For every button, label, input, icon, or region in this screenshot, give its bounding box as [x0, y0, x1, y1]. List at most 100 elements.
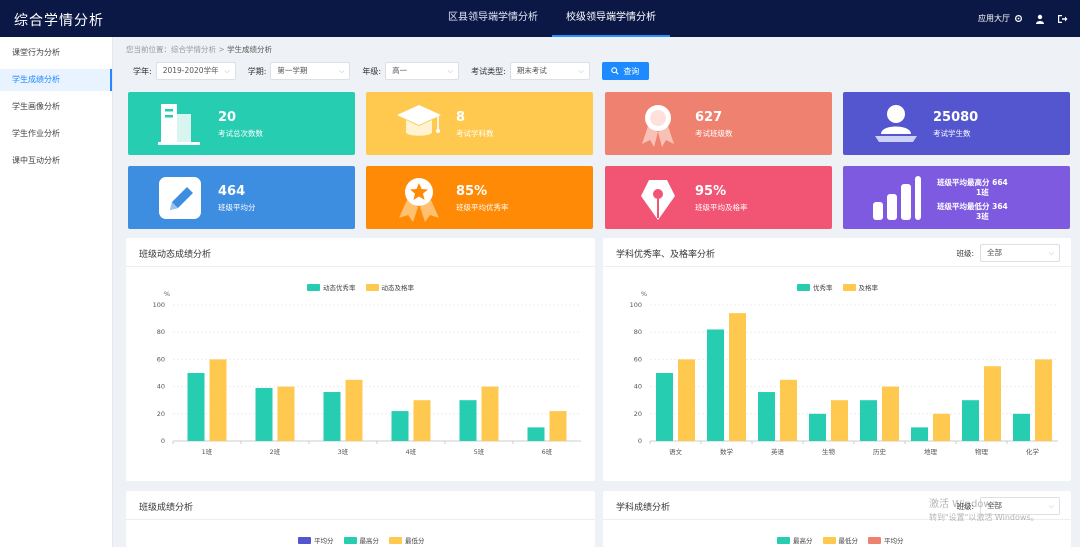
nav-county-leader[interactable]: 区县领导端学情分析: [434, 0, 552, 37]
chevron-down-icon: ⌵: [1048, 502, 1054, 510]
bar: [209, 359, 227, 441]
stat-value: 627: [695, 110, 723, 125]
bar: [345, 379, 363, 441]
stat-card-max-min: 班级平均最高分 664 1班 班级平均最低分 364 3班: [843, 166, 1070, 229]
grade-select[interactable]: 高一 ⌵: [385, 62, 460, 80]
y-tick-label: 20: [634, 410, 642, 418]
y-axis-unit: %: [164, 290, 170, 298]
legend-swatch: [822, 536, 836, 544]
chevron-down-icon: ⌵: [224, 67, 230, 75]
exam-type-select[interactable]: 期末考试 ⌵: [509, 62, 590, 80]
legend-item[interactable]: 最高分: [777, 535, 813, 545]
subject-rate-chart: % 0 20 40 60 80 100 语文 数学 英语 生物 历史 地理 物理 化学: [630, 290, 1058, 456]
y-tick-label: 0: [638, 437, 642, 445]
student-icon: [875, 105, 917, 142]
app-hall-label: 应用大厅: [978, 14, 1010, 23]
stat-card-student-count: 25080 考试学生数: [843, 92, 1070, 155]
x-tick-label: 4班: [406, 447, 417, 456]
bar: [860, 400, 877, 441]
sidebar-item-score[interactable]: 学生成绩分析: [0, 69, 112, 91]
x-tick-label: 数学: [720, 447, 734, 456]
bar: [707, 329, 724, 441]
grade-value: 高一: [392, 66, 408, 75]
user-icon[interactable]: [1035, 14, 1045, 24]
legend-label: 最高分: [359, 537, 380, 545]
panel-subject-rate: 学科优秀率、及格率分析 班级: 全部 ⌵ 优秀率 及格率 % 0 20 40 60 80 10…: [603, 238, 1071, 481]
x-tick-label: 物理: [975, 447, 989, 456]
bar: [527, 427, 545, 441]
y-tick-label: 80: [634, 328, 642, 336]
sidebar: 课堂行为分析 学生成绩分析 学生画像分析 学生作业分析 课中互动分析: [0, 37, 113, 547]
stat-card-exam-count: 20 考试总次数数: [128, 92, 355, 155]
bar: [391, 411, 409, 441]
max-score-label: 班级平均最高分 664: [937, 178, 1008, 187]
pencil-icon: [159, 177, 201, 219]
stat-label: 班级平均及格率: [695, 203, 748, 212]
graduation-cap-icon: [397, 105, 441, 136]
stat-card-avg-score: 464 班级平均分: [128, 166, 355, 229]
min-score-class: 3班: [976, 212, 989, 221]
logout-icon[interactable]: [1057, 14, 1068, 24]
stat-value: 20: [218, 110, 237, 125]
panel-subject-score: 学科成绩分析 班级: 全部⌵ 最高分 最低分 平均分 分数: [603, 491, 1071, 547]
bar: [1035, 359, 1052, 441]
nav-school-leader[interactable]: 校级领导端学情分析: [552, 0, 670, 37]
bar: [187, 373, 205, 441]
stat-label: 考试学科数: [456, 129, 494, 138]
x-tick-label: 6班: [542, 447, 553, 456]
query-button[interactable]: 查询: [601, 62, 649, 80]
bar: [729, 313, 746, 441]
bar: [780, 379, 797, 441]
legend-swatch: [298, 536, 311, 544]
stat-card-subject-count: 8 考试学科数: [366, 92, 593, 155]
sidebar-item-homework[interactable]: 学生作业分析: [0, 123, 112, 145]
bar: [882, 386, 899, 441]
panel-class-dynamic: 班级动态成绩分析 动态优秀率 动态及格率 % 0 20 40 60 80 100 1班 2班 3班…: [126, 238, 595, 481]
class-filter-value: 全部: [987, 501, 1002, 510]
sidebar-item-interaction[interactable]: 课中互动分析: [0, 150, 112, 172]
header-actions: 应用大厅: [978, 0, 1068, 37]
legend-label: 平均分: [884, 537, 904, 545]
bar: [549, 411, 567, 441]
year-select[interactable]: 2019-2020学年 ⌵: [155, 62, 236, 80]
term-select[interactable]: 第一学期 ⌵: [270, 62, 351, 80]
class-filter-select[interactable]: 全部 ⌵: [980, 497, 1060, 515]
panel-title: 学科成绩分析: [616, 503, 671, 513]
bar: [1013, 413, 1030, 441]
chevron-down-icon: ⌵: [339, 67, 345, 75]
bar: [323, 392, 341, 441]
legend-item[interactable]: 最高分: [343, 535, 380, 545]
app-hall-button[interactable]: 应用大厅: [978, 13, 1023, 24]
y-tick-label: 0: [161, 437, 165, 445]
x-tick-label: 历史: [873, 447, 887, 456]
stat-value: 95%: [695, 184, 727, 199]
y-tick-label: 40: [634, 383, 642, 391]
chart-legend: 平均分 最高分 最低分: [298, 535, 425, 545]
x-tick-label: 生物: [822, 447, 836, 456]
legend-item[interactable]: 平均分: [298, 535, 334, 545]
min-score-label: 班级平均最低分 364: [937, 202, 1008, 211]
class-filter-label: 班级:: [956, 501, 974, 511]
max-score-class: 1班: [976, 188, 989, 197]
bar: [413, 400, 431, 441]
stat-value: 464: [218, 184, 246, 199]
y-tick-label: 60: [634, 355, 642, 363]
legend-item[interactable]: 平均分: [868, 535, 904, 545]
panel-divider: [126, 519, 595, 520]
stat-card-pass-rate: 95% 班级平均及格率: [605, 166, 832, 229]
sidebar-item-portrait[interactable]: 学生画像分析: [0, 96, 112, 118]
sidebar-item-classroom[interactable]: 课堂行为分析: [0, 42, 112, 64]
bar: [962, 400, 979, 441]
stat-label: 班级平均优秀率: [456, 203, 509, 212]
legend-label: 平均分: [314, 537, 334, 545]
panel-title: 班级成绩分析: [139, 503, 194, 513]
max-min-summary: 班级平均最高分 664 1班 班级平均最低分 364 3班: [937, 178, 1008, 222]
term-label: 学期:: [247, 66, 267, 76]
legend-item[interactable]: 最低分: [822, 535, 858, 545]
y-tick-label: 60: [157, 355, 165, 363]
legend-swatch: [868, 536, 881, 544]
bar: [831, 400, 848, 441]
legend-swatch: [777, 536, 790, 544]
breadcrumb-current: 学生成绩分析: [227, 45, 273, 54]
legend-item[interactable]: 最低分: [389, 535, 425, 545]
